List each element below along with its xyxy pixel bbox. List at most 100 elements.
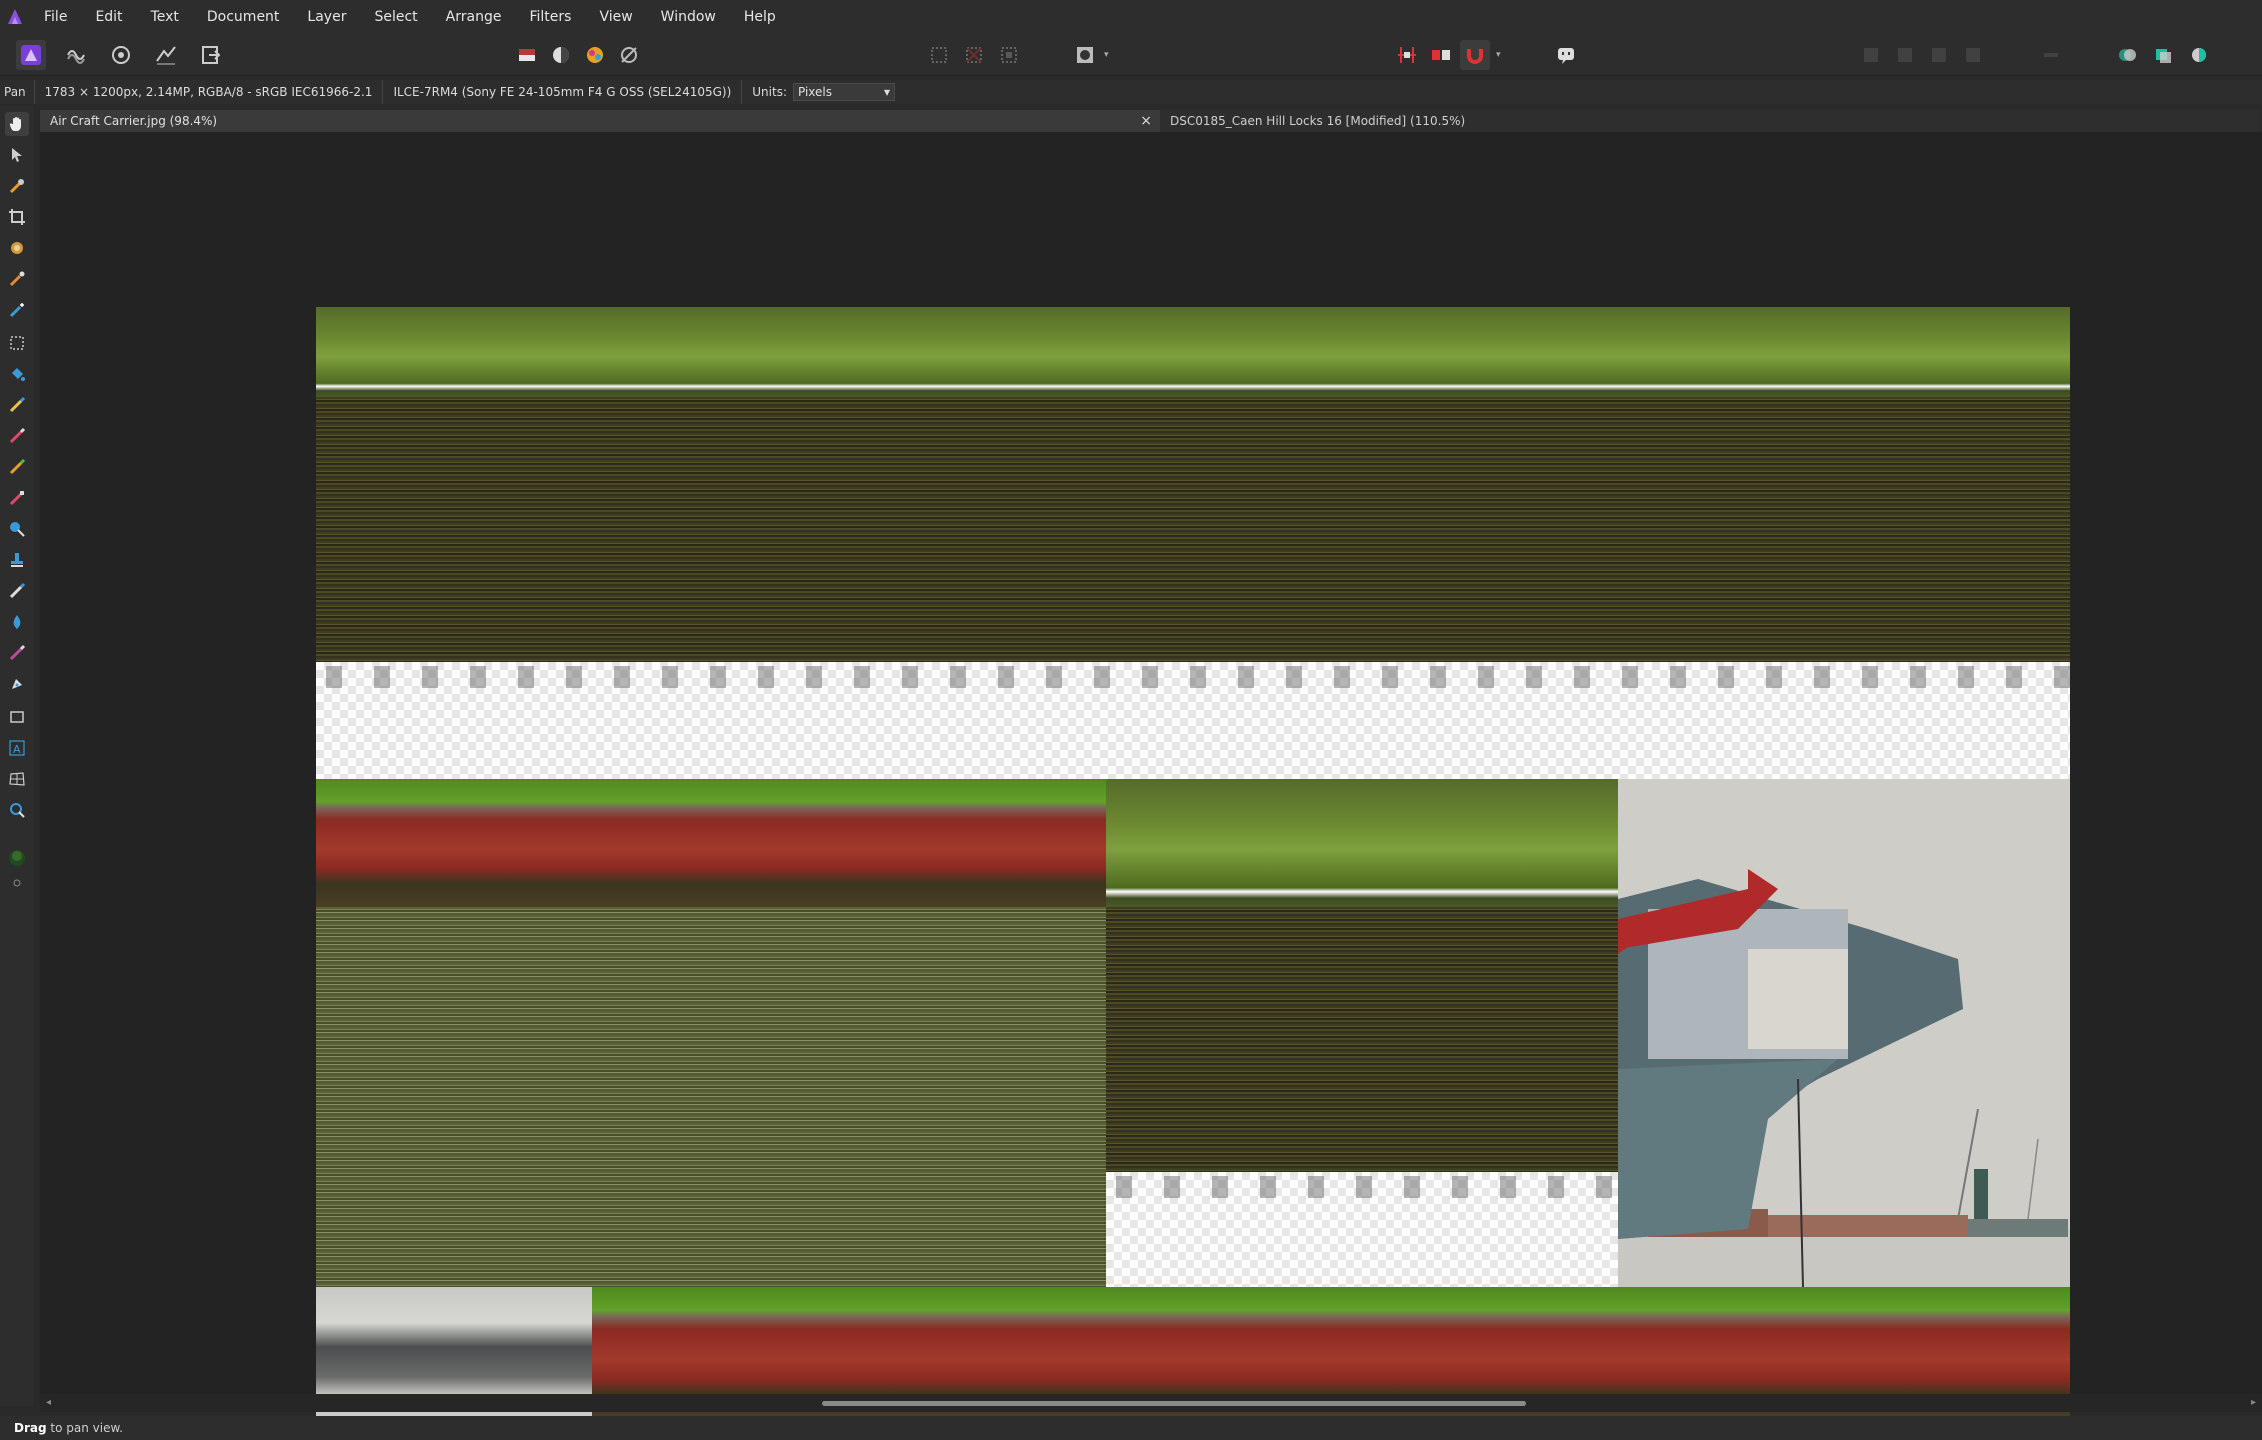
image-tile-dark-streaks-middle xyxy=(1106,907,1618,1172)
selection-brush-tool-icon[interactable] xyxy=(5,236,29,260)
clone-tool-icon[interactable] xyxy=(5,548,29,572)
magnet-icon[interactable] xyxy=(1460,40,1490,70)
blur-tool-icon[interactable] xyxy=(5,610,29,634)
menu-edit[interactable]: Edit xyxy=(81,0,136,34)
view-tool-hand-icon[interactable] xyxy=(5,112,29,136)
photo-persona-icon[interactable] xyxy=(16,40,46,70)
toolbar: ▾ ▾ xyxy=(0,34,2262,76)
menu-text[interactable]: Text xyxy=(137,0,193,34)
swap-colors-icon[interactable] xyxy=(5,871,29,895)
tab-air-craft-carrier[interactable]: Air Craft Carrier.jpg (98.4%) × xyxy=(40,110,1160,132)
units-select[interactable]: Pixels ▾ xyxy=(793,83,895,101)
camera-info: ILCE-7RM4 (Sony FE 24-105mm F4 G OSS (SE… xyxy=(383,80,743,104)
status-action: Drag xyxy=(14,1421,47,1435)
arrange-icon[interactable] xyxy=(1958,40,1988,70)
document-tabs: Air Craft Carrier.jpg (98.4%) × DSC0185_… xyxy=(40,110,2262,132)
status-bar: Drag to pan view. xyxy=(0,1416,2262,1440)
transform-icon[interactable] xyxy=(1856,40,1886,70)
tab-label: DSC0185_Caen Hill Locks 16 [Modified] (1… xyxy=(1170,114,1466,128)
menu-help[interactable]: Help xyxy=(730,0,790,34)
chevron-down-icon: ▾ xyxy=(883,85,890,99)
quick-mask-dropdown-icon[interactable]: ▾ xyxy=(1104,50,1114,60)
deselect-icon[interactable] xyxy=(959,40,989,70)
color-picker-tool-icon[interactable] xyxy=(5,174,29,198)
units-label: Units: xyxy=(752,85,787,99)
pixel-tool-icon[interactable] xyxy=(5,424,29,448)
app-window: File Edit Text Document Layer Select Arr… xyxy=(0,0,2262,1440)
menu-arrange[interactable]: Arrange xyxy=(432,0,516,34)
move-tool-icon[interactable] xyxy=(5,143,29,167)
fill-tool-icon[interactable] xyxy=(5,362,29,386)
tab-label: Air Craft Carrier.jpg (98.4%) xyxy=(50,114,218,128)
invert-selection-icon[interactable] xyxy=(994,40,1024,70)
image-tile-dark-streaks xyxy=(316,397,2070,662)
context-toolbar: Pan 1783 × 1200px, 2.14MP, RGBA/8 - sRGB… xyxy=(0,80,2262,104)
export-persona-icon[interactable] xyxy=(196,40,226,70)
scroll-left-icon[interactable]: ◂ xyxy=(46,1397,51,1408)
quick-mask-icon[interactable] xyxy=(1070,40,1100,70)
zoom-tool-icon[interactable] xyxy=(5,798,29,822)
image-tile-grass-middle xyxy=(1106,779,1618,907)
liquify-persona-icon[interactable] xyxy=(61,40,91,70)
auto-levels-icon[interactable] xyxy=(512,40,542,70)
auto-white-balance-icon[interactable] xyxy=(614,40,644,70)
tab-caen-hill-locks[interactable]: DSC0185_Caen Hill Locks 16 [Modified] (1… xyxy=(1160,110,2260,132)
menu-file[interactable]: File xyxy=(30,0,81,34)
align-icon[interactable] xyxy=(1426,40,1456,70)
horizontal-scrollbar[interactable]: ◂ ▸ xyxy=(40,1394,2262,1412)
transparent-patch xyxy=(1106,1172,1618,1287)
red-eye-tool-icon[interactable] xyxy=(5,641,29,665)
artistic-text-tool-icon[interactable]: A xyxy=(5,736,29,760)
scroll-right-icon[interactable]: ▸ xyxy=(2251,1397,2256,1408)
canvas-area[interactable] xyxy=(40,132,2262,1440)
image-tile-brick-wall xyxy=(316,779,1106,907)
units-select-value: Pixels xyxy=(798,85,833,99)
rotate-icon[interactable] xyxy=(1924,40,1954,70)
subtract-icon[interactable] xyxy=(2148,40,2178,70)
menu-document[interactable]: Document xyxy=(193,0,294,34)
status-hint: to pan view. xyxy=(46,1421,123,1435)
auto-contrast-icon[interactable] xyxy=(546,40,576,70)
add-icon[interactable] xyxy=(2112,40,2142,70)
image-info: 1783 × 1200px, 2.14MP, RGBA/8 - sRGB IEC… xyxy=(35,80,384,104)
image-tile-grass-top xyxy=(316,307,2070,397)
snapping-icon[interactable] xyxy=(1392,40,1422,70)
assistant-icon[interactable] xyxy=(1551,40,1581,70)
affinity-photo-logo-icon[interactable] xyxy=(0,0,30,34)
menu-window[interactable]: Window xyxy=(647,0,730,34)
intersect-icon[interactable] xyxy=(2184,40,2214,70)
select-all-icon[interactable] xyxy=(924,40,954,70)
rectangle-tool-icon[interactable] xyxy=(5,705,29,729)
menu-layer[interactable]: Layer xyxy=(293,0,360,34)
menu-view[interactable]: View xyxy=(585,0,646,34)
primary-color-swatch-icon[interactable] xyxy=(5,846,29,870)
document-canvas[interactable] xyxy=(316,307,2070,1440)
mesh-warp-tool-icon[interactable] xyxy=(5,767,29,791)
snapping-dropdown-icon[interactable]: ▾ xyxy=(1496,50,1506,60)
menu-filters[interactable]: Filters xyxy=(515,0,585,34)
menu-bar: File Edit Text Document Layer Select Arr… xyxy=(0,0,2262,34)
transparent-band xyxy=(316,662,2070,779)
tools-panel: A xyxy=(0,106,34,1406)
close-tab-icon[interactable]: × xyxy=(1140,110,1152,132)
svg-text:A: A xyxy=(13,743,21,756)
develop-persona-icon[interactable] xyxy=(106,40,136,70)
erase-tool-icon[interactable] xyxy=(5,486,29,510)
color-replacement-tool-icon[interactable] xyxy=(5,455,29,479)
healing-tool-icon[interactable] xyxy=(5,579,29,603)
dodge-tool-icon[interactable] xyxy=(5,517,29,541)
flip-icon[interactable] xyxy=(1890,40,1920,70)
aircraft-carrier-photo xyxy=(1618,779,2070,1287)
flood-select-tool-icon[interactable] xyxy=(5,267,29,291)
auto-colors-icon[interactable] xyxy=(580,40,610,70)
magic-wand-tool-icon[interactable] xyxy=(5,298,29,322)
menu-select[interactable]: Select xyxy=(360,0,431,34)
pen-tool-icon[interactable] xyxy=(5,672,29,696)
marquee-tool-icon[interactable] xyxy=(5,331,29,355)
crop-tool-icon[interactable] xyxy=(5,205,29,229)
tone-mapping-persona-icon[interactable] xyxy=(151,40,181,70)
current-tool-label: Pan xyxy=(0,80,35,104)
paint-brush-tool-icon[interactable] xyxy=(5,393,29,417)
scrollbar-thumb[interactable] xyxy=(822,1401,1526,1406)
distribute-icon[interactable] xyxy=(2036,40,2066,70)
